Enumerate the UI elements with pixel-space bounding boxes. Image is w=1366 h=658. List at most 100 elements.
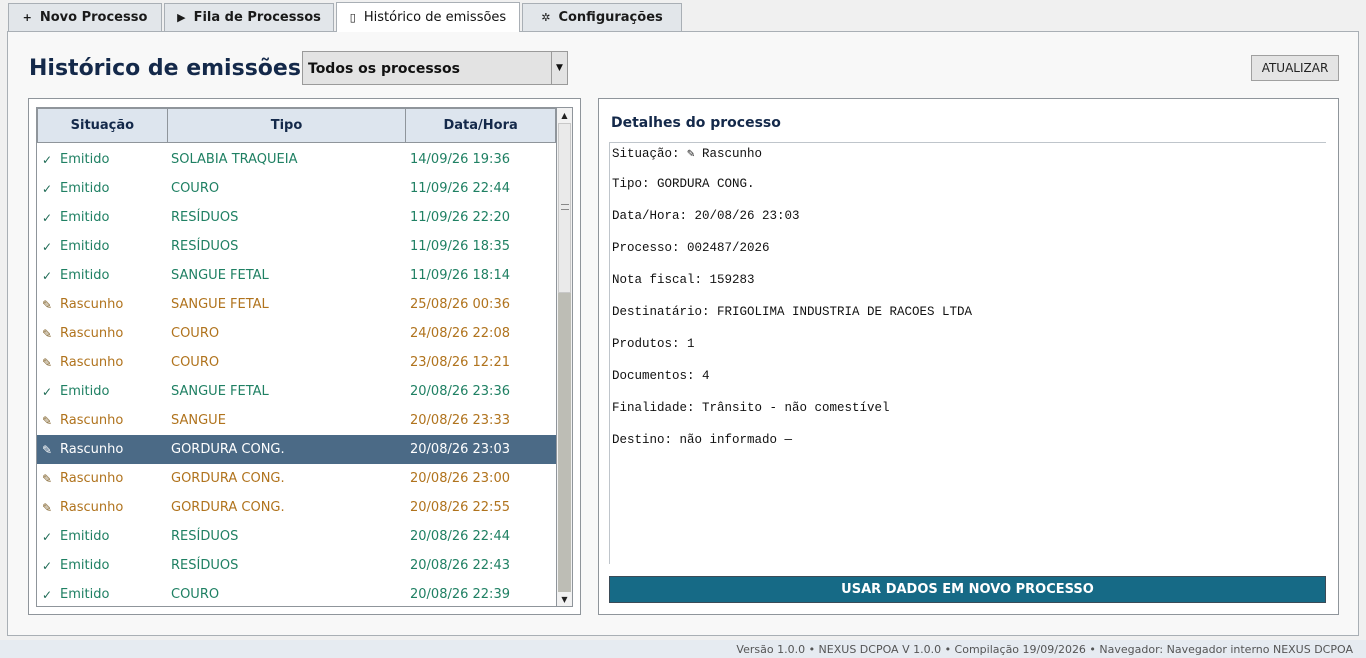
row-status: Rascunho <box>60 471 124 486</box>
check-icon: ✓ <box>42 587 53 602</box>
tab-label: Histórico de emissões <box>363 10 507 25</box>
history-list: Situação Tipo Data/Hora ✓ Emitido SOLABIA … <box>36 107 557 607</box>
check-icon: ✓ <box>42 181 53 196</box>
row-type: COURO <box>171 181 220 196</box>
row-datetime: 11/09/26 22:44 <box>410 181 510 196</box>
table-row[interactable]: ✎ Rascunho COURO 24/08/26 22:08 <box>37 319 556 348</box>
list-header: Situação Tipo Data/Hora <box>37 108 556 143</box>
row-datetime: 20/08/26 23:33 <box>410 413 510 428</box>
pencil-icon: ✎ <box>42 471 53 486</box>
table-row[interactable]: ✓ Emitido SANGUE FETAL 20/08/26 23:36 <box>37 377 556 406</box>
row-type: SOLABIA TRAQUEIA <box>171 152 298 167</box>
row-datetime: 14/09/26 19:36 <box>410 152 510 167</box>
plus-icon: + <box>22 11 32 24</box>
table-row[interactable]: ✓ Emitido RESÍDUOS 11/09/26 22:20 <box>37 203 556 232</box>
check-icon: ✓ <box>42 239 53 254</box>
table-row[interactable]: ✓ Emitido RESÍDUOS 11/09/26 18:35 <box>37 232 556 261</box>
check-icon: ✓ <box>42 152 53 167</box>
grip-icon <box>561 204 569 210</box>
filter-selected-value: Todos os processos <box>308 61 460 77</box>
details-textarea[interactable]: Situação: ✎ Rascunho Tipo: GORDURA CONG.… <box>609 142 1326 564</box>
row-status: Rascunho <box>60 413 124 428</box>
table-row-selected[interactable]: ✎ Rascunho GORDURA CONG. 20/08/26 23:03 <box>37 435 556 464</box>
row-type: GORDURA CONG. <box>171 442 285 457</box>
row-status: Rascunho <box>60 297 124 312</box>
pencil-icon: ✎ <box>42 355 53 370</box>
row-status: Emitido <box>60 210 110 225</box>
row-type: COURO <box>171 587 220 602</box>
row-datetime: 20/08/26 23:36 <box>410 384 510 399</box>
row-status: Emitido <box>60 384 110 399</box>
row-datetime: 11/09/26 18:14 <box>410 268 510 283</box>
table-row[interactable]: ✓ Emitido RESÍDUOS 20/08/26 22:44 <box>37 522 556 551</box>
detail-line: Processo: 002487/2026 <box>612 241 770 255</box>
pencil-icon: ✎ <box>42 500 53 515</box>
detail-line: Destinatário: FRIGOLIMA INDUSTRIA DE RAC… <box>612 305 973 319</box>
gear-icon: ✲ <box>541 11 551 24</box>
scroll-up-icon[interactable]: ▲ <box>557 108 572 122</box>
table-row[interactable]: ✎ Rascunho COURO 23/08/26 12:21 <box>37 348 556 377</box>
detail-line: Finalidade: Trânsito - não comestível <box>612 401 890 415</box>
table-row[interactable]: ✎ Rascunho SANGUE FETAL 25/08/26 00:36 <box>37 290 556 319</box>
tab-historico-de-emissoes[interactable]: ▯ Histórico de emissões <box>336 2 520 32</box>
pencil-icon: ✎ <box>42 326 53 341</box>
row-type: RESÍDUOS <box>171 529 239 544</box>
row-datetime: 20/08/26 22:43 <box>410 558 510 573</box>
tab-fila-de-processos[interactable]: ▶ Fila de Processos <box>164 3 334 31</box>
tab-label: Configurações <box>558 10 663 25</box>
check-icon: ✓ <box>42 558 53 573</box>
row-type: GORDURA CONG. <box>171 500 285 515</box>
row-status: Rascunho <box>60 500 124 515</box>
detail-line: Data/Hora: 20/08/26 23:03 <box>612 209 800 223</box>
check-icon: ✓ <box>42 529 53 544</box>
tab-configuracoes[interactable]: ✲ Configurações <box>522 3 682 31</box>
row-status: Emitido <box>60 268 110 283</box>
detail-line: Situação: ✎ Rascunho <box>612 147 763 161</box>
row-datetime: 25/08/26 00:36 <box>410 297 510 312</box>
row-datetime: 20/08/26 22:39 <box>410 587 510 602</box>
row-type: RESÍDUOS <box>171 558 239 573</box>
row-datetime: 20/08/26 22:44 <box>410 529 510 544</box>
row-datetime: 20/08/26 23:03 <box>410 442 510 457</box>
row-datetime: 23/08/26 12:21 <box>410 355 510 370</box>
row-status: Emitido <box>60 587 110 602</box>
scrollbar-track[interactable] <box>558 293 571 593</box>
document-icon: ▯ <box>349 11 356 24</box>
row-status: Emitido <box>60 152 110 167</box>
table-row[interactable]: ✓ Emitido COURO 20/08/26 22:39 <box>37 580 556 606</box>
refresh-button[interactable]: ATUALIZAR <box>1251 55 1339 81</box>
row-datetime: 20/08/26 23:00 <box>410 471 510 486</box>
row-status: Emitido <box>60 181 110 196</box>
table-row[interactable]: ✓ Emitido SANGUE FETAL 11/09/26 18:14 <box>37 261 556 290</box>
row-type: SANGUE <box>171 413 226 428</box>
table-row[interactable]: ✎ Rascunho SANGUE 20/08/26 23:33 <box>37 406 556 435</box>
list-scrollbar[interactable]: ▲ ▼ <box>557 107 573 607</box>
row-type: SANGUE FETAL <box>171 268 269 283</box>
detail-line: Documentos: 4 <box>612 369 710 383</box>
use-data-in-new-process-button[interactable]: USAR DADOS EM NOVO PROCESSO <box>609 576 1326 603</box>
row-type: SANGUE FETAL <box>171 384 269 399</box>
row-datetime: 24/08/26 22:08 <box>410 326 510 341</box>
check-icon: ✓ <box>42 384 53 399</box>
column-header-type[interactable]: Tipo <box>167 108 407 143</box>
process-filter-select[interactable]: Todos os processos ▼ <box>302 51 568 85</box>
column-header-status[interactable]: Situação <box>37 108 168 143</box>
pencil-icon: ✎ <box>42 297 53 312</box>
row-status: Emitido <box>60 239 110 254</box>
column-header-datetime[interactable]: Data/Hora <box>406 108 556 143</box>
chevron-down-icon[interactable]: ▼ <box>551 52 567 84</box>
scrollbar-thumb[interactable] <box>558 123 571 293</box>
page-title: Histórico de emissões <box>29 56 301 81</box>
row-datetime: 11/09/26 22:20 <box>410 210 510 225</box>
scroll-down-icon[interactable]: ▼ <box>557 592 572 606</box>
table-row[interactable]: ✓ Emitido SOLABIA TRAQUEIA 14/09/26 19:36 <box>37 145 556 174</box>
row-status: Rascunho <box>60 326 124 341</box>
tab-bar: + Novo Processo ▶ Fila de Processos ▯ Hi… <box>8 2 684 32</box>
table-row[interactable]: ✓ Emitido COURO 11/09/26 22:44 <box>37 174 556 203</box>
detail-line: Nota fiscal: 159283 <box>612 273 755 287</box>
table-row[interactable]: ✓ Emitido RESÍDUOS 20/08/26 22:43 <box>37 551 556 580</box>
row-datetime: 11/09/26 18:35 <box>410 239 510 254</box>
table-row[interactable]: ✎ Rascunho GORDURA CONG. 20/08/26 22:55 <box>37 493 556 522</box>
tab-novo-processo[interactable]: + Novo Processo <box>8 3 162 31</box>
table-row[interactable]: ✎ Rascunho GORDURA CONG. 20/08/26 23:00 <box>37 464 556 493</box>
